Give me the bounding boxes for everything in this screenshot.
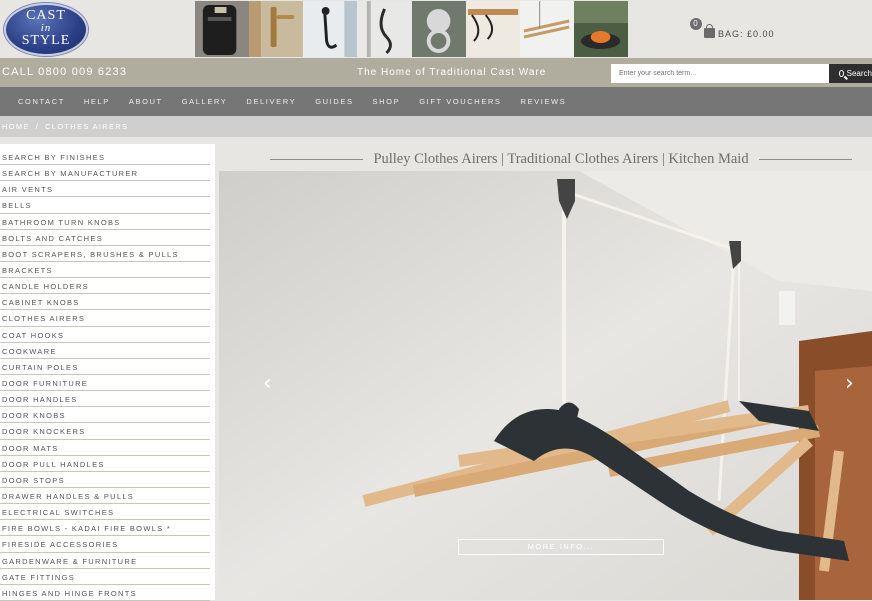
sidebar-item[interactable]: SEARCH BY FINISHES <box>0 149 210 166</box>
tagline: The Home of Traditional Cast Ware <box>357 67 547 78</box>
sidebar-item[interactable]: DOOR KNOCKERS <box>0 423 210 440</box>
heading-rule-right <box>758 158 853 160</box>
sidebar-item[interactable]: BOLTS AND CATCHES <box>0 230 210 246</box>
chevron-right-icon[interactable]: › <box>845 371 854 396</box>
search-button[interactable]: Search <box>829 64 872 83</box>
bag-total: BAG: £0.00 <box>718 29 775 39</box>
banner-door-handle-image <box>249 1 304 57</box>
nav-gift-vouchers[interactable]: GIFT VOUCHERS <box>419 97 501 106</box>
sidebar-item[interactable]: GARDENWARE & FURNITURE <box>0 553 210 569</box>
sidebar-item[interactable]: FIRESIDE ACCESSORIES <box>0 536 210 553</box>
sidebar-item[interactable]: BRACKETS <box>0 262 210 279</box>
sidebar-item[interactable]: DOOR STOPS <box>0 472 210 488</box>
nav-shop[interactable]: SHOP <box>373 97 401 106</box>
main-nav: CONTACT HELP ABOUT GALLERY DELIVERY GUID… <box>0 87 872 116</box>
sidebar-item[interactable]: COOKWARE <box>0 343 210 359</box>
sidebar-item[interactable]: HINGES AND HINGE FRONTS <box>0 585 210 601</box>
nav-help[interactable]: HELP <box>84 97 110 106</box>
banner-fire-bowl-image <box>573 1 628 57</box>
more-info-button[interactable]: MORE INFO... <box>458 539 664 555</box>
sidebar-item[interactable]: CANDLE HOLDERS <box>0 278 210 295</box>
sidebar-item[interactable]: BELLS <box>0 197 210 214</box>
breadcrumb-home[interactable]: HOME <box>2 122 30 131</box>
search-input[interactable] <box>611 64 829 83</box>
sidebar-item[interactable]: BATHROOM TURN KNOBS <box>0 214 210 230</box>
section-heading: Pulley Clothes Airers | Traditional Clot… <box>270 149 853 169</box>
phone-number[interactable]: CALL 0800 009 6233 <box>2 66 127 78</box>
chevron-left-icon[interactable]: ‹ <box>263 371 272 396</box>
breadcrumb-separator: / <box>35 122 40 131</box>
breadcrumb: HOME / CLOTHES AIRERS <box>0 116 872 137</box>
sidebar-item[interactable]: CLOTHES AIRERS <box>0 310 210 327</box>
sidebar-item[interactable]: AIR VENTS <box>0 181 210 198</box>
shopping-bag[interactable]: 0 BAG: £0.00 <box>690 18 775 40</box>
logo-text-style: STYLE <box>21 33 71 48</box>
logo-text-cast: CAST <box>26 8 66 23</box>
banner-knocker-image <box>411 1 466 57</box>
sidebar-item[interactable]: DOOR KNOBS <box>0 407 210 424</box>
hero-slider[interactable]: ‹ › MORE INFO... <box>219 171 872 600</box>
nav-reviews[interactable]: REVIEWS <box>521 97 567 106</box>
nav-about[interactable]: ABOUT <box>129 97 163 106</box>
info-strip: CALL 0800 009 6233 The Home of Tradition… <box>0 58 872 87</box>
logo[interactable]: CAST in STYLE <box>4 3 88 56</box>
sidebar-item[interactable]: DOOR PULL HANDLES <box>0 456 210 472</box>
sidebar-item[interactable]: ELECTRICAL SWITCHES <box>0 504 210 521</box>
sidebar-item[interactable]: DOOR HANDLES <box>0 391 210 408</box>
heading-rule-left <box>270 158 364 160</box>
bag-count-badge: 0 <box>690 18 702 30</box>
banner-hook-image <box>303 1 358 57</box>
sidebar-item[interactable]: CABINET KNOBS <box>0 294 210 311</box>
hero-airer-image <box>219 171 872 600</box>
sidebar-item[interactable]: DRAWER HANDLES & PULLS <box>0 488 210 505</box>
sidebar-item[interactable]: GATE FITTINGS <box>0 569 210 585</box>
banner-latch-image <box>357 1 412 57</box>
banner-postbox-image <box>195 1 250 57</box>
nav-contact[interactable]: CONTACT <box>18 97 65 106</box>
nav-gallery[interactable]: GALLERY <box>182 97 228 106</box>
sidebar-item[interactable]: CURTAIN POLES <box>0 359 210 375</box>
banner-airer-image <box>519 1 574 57</box>
nav-delivery[interactable]: DELIVERY <box>246 97 296 106</box>
product-banner <box>195 1 628 57</box>
sidebar-item[interactable]: COAT HOOKS <box>0 327 210 343</box>
nav-guides[interactable]: GUIDES <box>315 97 353 106</box>
search-icon <box>839 70 844 77</box>
banner-bracket-image <box>465 1 520 57</box>
sidebar-item[interactable]: DOOR FURNITURE <box>0 375 210 392</box>
sidebar-item[interactable]: SEARCH BY MANUFACTURER <box>0 165 210 182</box>
sidebar-item[interactable]: BOOT SCRAPERS, BRUSHES & PULLS <box>0 246 210 262</box>
page-title: Pulley Clothes Airers | Traditional Clot… <box>373 150 749 167</box>
sidebar-item[interactable]: FIRE BOWLS - KADAI FIRE BOWLS * <box>0 520 210 537</box>
breadcrumb-current: CLOTHES AIRERS <box>45 122 129 131</box>
category-sidebar: SEARCH BY FINISHES SEARCH BY MANUFACTURE… <box>0 144 215 601</box>
sidebar-item[interactable]: DOOR MATS <box>0 440 210 456</box>
search-button-label: Search <box>846 69 872 78</box>
bag-icon <box>704 24 715 38</box>
header-top: CAST in STYLE 0 BAG: £0.00 <box>0 0 872 58</box>
